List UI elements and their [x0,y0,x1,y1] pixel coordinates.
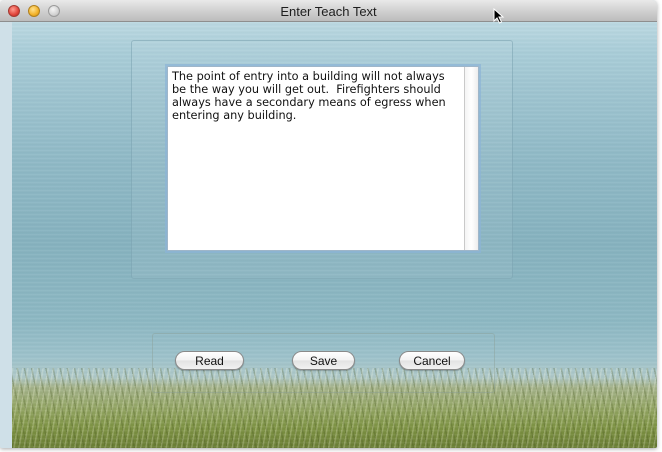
title-bar[interactable]: Enter Teach Text [0,0,657,22]
mouse-pointer-icon [493,8,505,24]
read-button[interactable]: Read [175,351,244,370]
save-button[interactable]: Save [292,351,355,370]
teach-text-area[interactable]: The point of entry into a building will … [167,66,479,251]
teach-text-content[interactable]: The point of entry into a building will … [168,67,464,250]
vertical-scrollbar[interactable] [464,67,478,250]
cancel-button[interactable]: Cancel [399,351,465,370]
dialog-window: Enter Teach Text The point of entry into… [0,0,657,448]
window-title: Enter Teach Text [280,4,377,19]
